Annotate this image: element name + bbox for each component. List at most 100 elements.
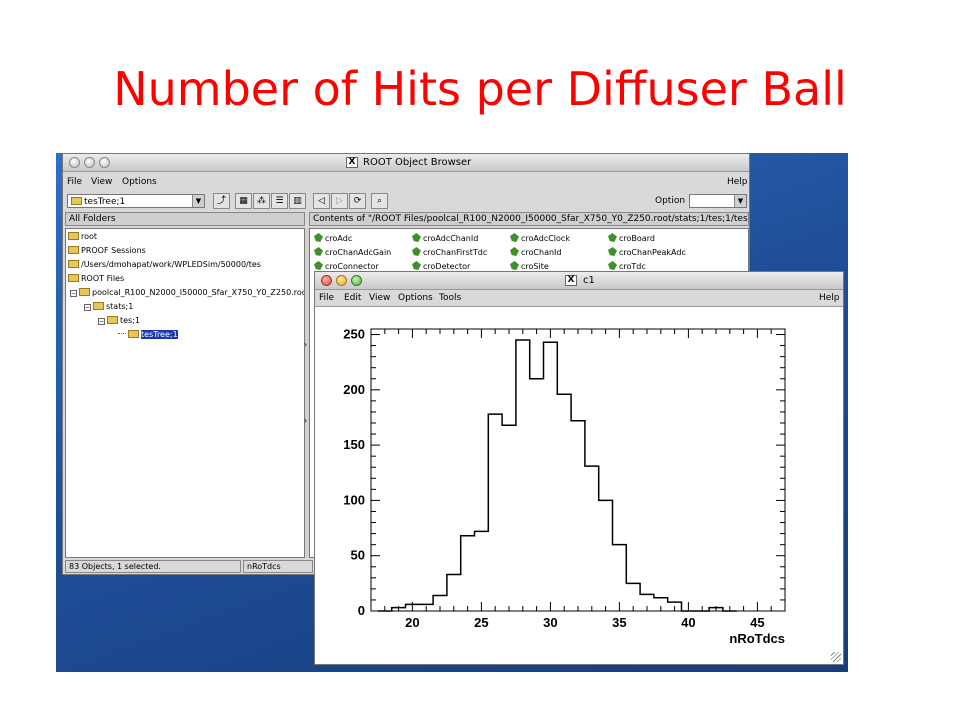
browser-title: ROOT Object Browser [363,157,472,168]
option-combo[interactable]: ▼ [689,194,747,208]
collapse-icon[interactable]: − [70,290,77,297]
histogram-bin [557,394,571,611]
zoom-button[interactable] [351,275,362,286]
tree-item-label: tesTree;1 [141,330,178,339]
menu-help[interactable]: Help [819,293,840,303]
canvas-title: c1 [583,275,595,286]
histogram-bin [419,604,433,611]
list-view-button[interactable]: ☰ [271,193,288,209]
leaf-croChanPeakAdc[interactable]: croChanPeakAdc [608,247,686,259]
plot-area[interactable]: 20 25 30 35 40 45 0 50 100 150 200 250 nRoTdcs [315,306,843,664]
forward-button[interactable]: ▷ [331,193,348,209]
leaf-label: croChanPeakAdc [619,248,686,257]
menu-file[interactable]: File [67,177,82,187]
tree-branch-line [118,333,126,334]
details-view-button[interactable]: ▥ [289,193,306,209]
leaf-croChanAdcGain[interactable]: croChanAdcGain [314,247,391,259]
leaf-label: croConnector [325,262,379,271]
tree-item-testree[interactable]: tesTree;1 [118,329,178,341]
canvas-titlebar[interactable]: X c1 [315,272,843,290]
leaf-icon [412,261,421,270]
leaf-croBoard[interactable]: croBoard [608,233,655,245]
large-icons-button[interactable]: ▦ [235,193,252,209]
close-button[interactable] [69,157,80,168]
chevron-down-icon[interactable]: ▼ [734,195,746,207]
status-selection: nRoTdcs [243,560,313,573]
y-tick-label: 0 [358,603,365,618]
small-icons-button[interactable]: ⁂ [253,193,270,209]
x-tick-label: 20 [405,615,419,630]
chevron-down-icon[interactable]: ▼ [192,195,204,207]
folder-combo[interactable]: tesTree;1 ▼ [67,194,205,208]
histogram-bin [433,596,447,611]
all-folders-header: All Folders [65,212,305,226]
tree-item-proof[interactable]: PROOF Sessions [68,245,146,257]
resize-grip-icon[interactable] [831,652,841,662]
y-tick-label: 250 [343,327,365,342]
close-button[interactable] [321,275,332,286]
histogram-bin [571,421,585,611]
folder-tree-panel[interactable]: root PROOF Sessions /Users/dmohapat/work… [65,228,305,558]
histogram-bin [613,545,627,611]
menu-view[interactable]: View [91,177,112,187]
leaf-croChanFirstTdc[interactable]: croChanFirstTdc [412,247,487,259]
x-tick-label: 35 [612,615,626,630]
tree-item-label: poolcal_R100_N2000_I50000_Sfar_X750_Y0_Z… [92,288,305,297]
histogram-bin [530,379,544,611]
leaf-label: croTdc [619,262,646,271]
tree-item-stats[interactable]: − stats;1 [84,301,133,313]
minimize-button[interactable] [84,157,95,168]
histogram-bin [406,604,420,611]
menu-options[interactable]: Options [122,177,157,187]
folder-up-button[interactable]: ⤴ [213,193,230,209]
histogram-bin [640,594,654,611]
inspect-button[interactable]: ⌕ [371,193,388,209]
histogram-bin [544,342,558,611]
tree-item-workdir[interactable]: /Users/dmohapat/work/WPLEDSim/50000/tes [68,259,261,271]
canvas-window: X c1 File Edit View Options Tools Help 2… [314,271,844,665]
histogram-bin [488,414,502,611]
slide-title: Number of Hits per Diffuser Ball [113,62,847,116]
menu-edit[interactable]: Edit [344,293,361,303]
folder-icon [107,316,118,324]
leaf-icon [608,247,617,256]
leaf-croAdcChanId[interactable]: croAdcChanId [412,233,478,245]
tree-item-root[interactable]: root [68,231,97,243]
collapse-icon[interactable]: − [84,304,91,311]
tree-item-label: /Users/dmohapat/work/WPLEDSim/50000/tes [81,260,261,269]
menu-file[interactable]: File [319,293,334,303]
menu-view[interactable]: View [369,293,390,303]
histogram-bin [516,340,530,611]
tree-item-root-file[interactable]: − poolcal_R100_N2000_I50000_Sfar_X750_Y0_… [70,287,305,299]
tree-item-root-files[interactable]: ROOT Files [68,273,124,285]
tree-item-label: stats;1 [106,302,134,311]
leaf-label: croAdcClock [521,234,570,243]
leaf-croAdc[interactable]: croAdc [314,233,352,245]
leaf-icon [314,233,323,242]
tree-item-tes[interactable]: − tes;1 [98,315,140,327]
histogram-bin [461,536,475,611]
leaf-label: croSite [521,262,549,271]
zoom-button[interactable] [99,157,110,168]
menu-help[interactable]: Help [727,177,748,187]
histogram-bin [475,531,489,611]
chevron-right-icon: › [304,340,308,349]
tree-item-label: ROOT Files [81,274,125,283]
menu-tools[interactable]: Tools [439,293,461,303]
x-axis-label: nRoTdcs [729,631,785,646]
folder-combo-value: tesTree;1 [84,197,126,207]
tree-item-label: PROOF Sessions [81,246,146,255]
refresh-button[interactable]: ⟳ [349,193,366,209]
histogram-bin [626,583,640,611]
back-button[interactable]: ◁ [313,193,330,209]
x-tick-label: 40 [681,615,695,630]
collapse-icon[interactable]: − [98,318,105,325]
x11-icon: X [346,157,358,168]
leaf-croChanId[interactable]: croChanId [510,247,561,259]
menu-options[interactable]: Options [398,293,433,303]
folder-icon [128,330,139,338]
minimize-button[interactable] [336,275,347,286]
browser-titlebar[interactable]: X ROOT Object Browser [63,154,749,172]
leaf-croAdcClock[interactable]: croAdcClock [510,233,570,245]
leaf-icon [608,233,617,242]
